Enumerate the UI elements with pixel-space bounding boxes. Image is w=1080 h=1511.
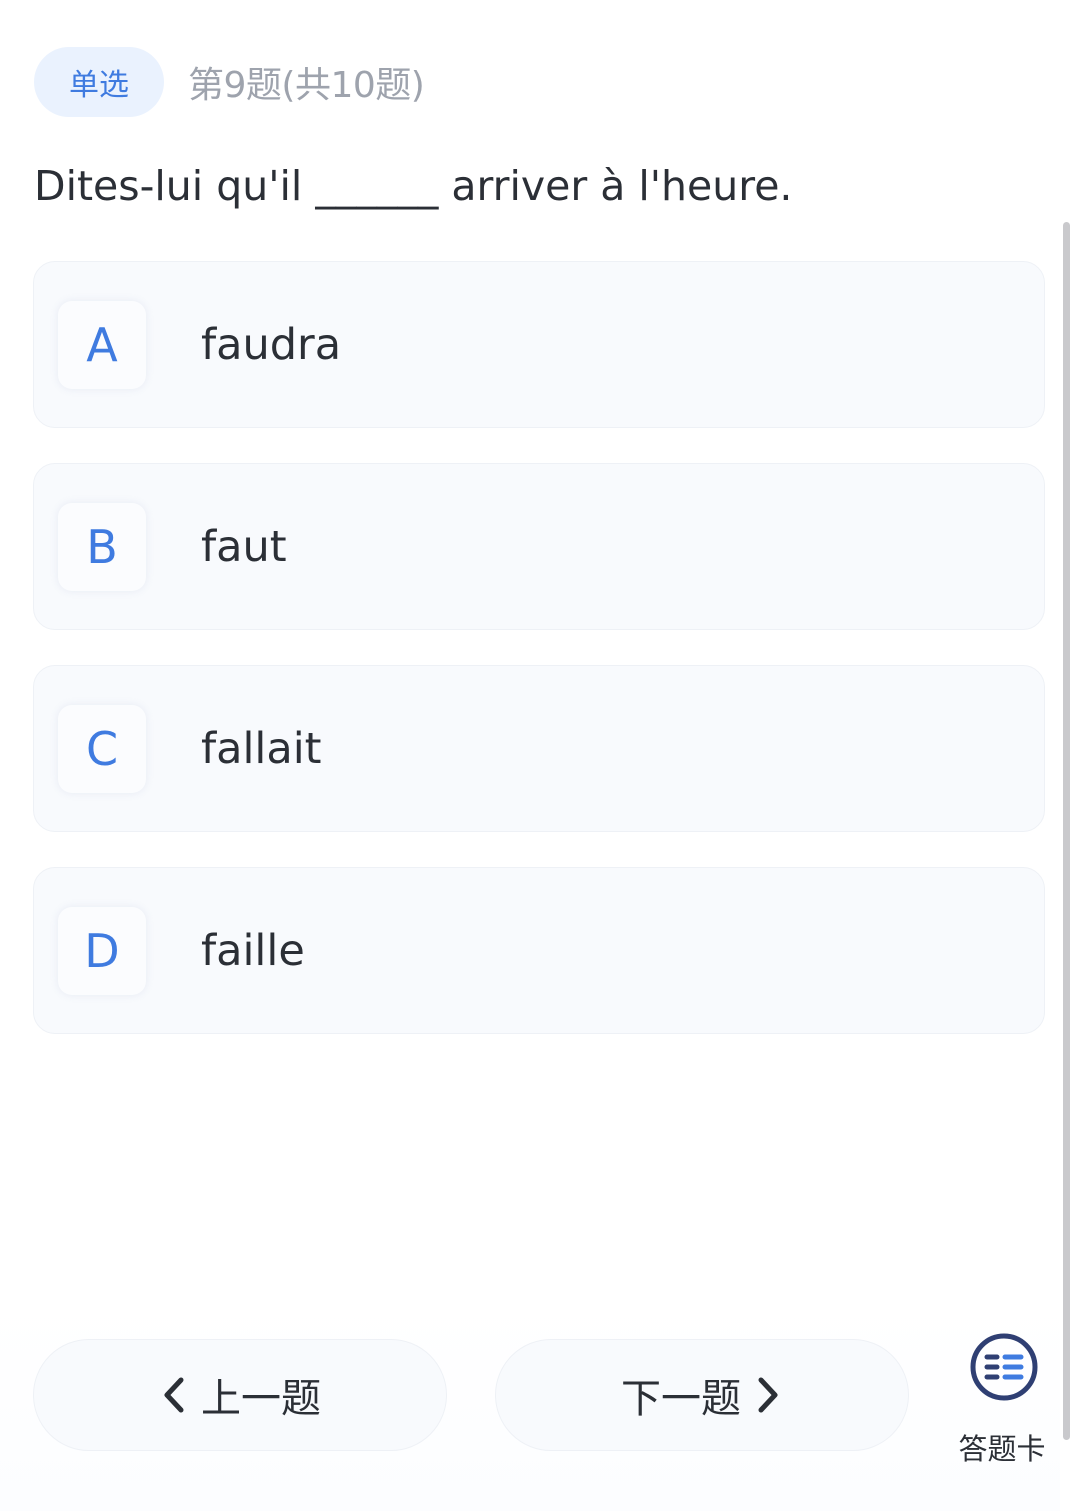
previous-question-button[interactable]: 上一题 (33, 1339, 447, 1451)
option-text: faille (201, 925, 305, 976)
previous-question-label: 上一题 (201, 1376, 321, 1422)
option-letter: B (86, 519, 118, 574)
option-c[interactable]: C fallait (33, 665, 1045, 832)
option-text: fallait (201, 723, 322, 774)
question-header: 单选 第9题(共10题) (34, 47, 425, 117)
option-letter-badge: D (58, 906, 146, 995)
question-progress: 第9题(共10题) (188, 65, 425, 106)
option-letter-badge: B (58, 502, 146, 591)
chevron-left-icon (164, 1377, 184, 1413)
option-d[interactable]: D faille (33, 867, 1045, 1034)
option-letter-badge: A (58, 300, 146, 389)
list-icon (970, 1333, 1038, 1401)
option-b[interactable]: B faut (33, 463, 1045, 630)
next-question-button[interactable]: 下一题 (495, 1339, 909, 1451)
option-letter: A (86, 317, 118, 372)
options-list: A faudra B faut C fallait D faille (33, 261, 1047, 1069)
question-type-badge: 单选 (34, 47, 164, 117)
answer-sheet-label: 答题卡 (958, 1432, 1046, 1466)
option-letter: D (84, 923, 120, 978)
scrollbar[interactable] (1063, 222, 1070, 1440)
option-text: faudra (201, 319, 342, 370)
chevron-right-icon (758, 1377, 778, 1413)
option-letter: C (85, 721, 119, 776)
answer-sheet-button[interactable]: 答题卡 (952, 1332, 1052, 1472)
option-text: faut (201, 521, 287, 572)
question-text: Dites-lui qu'il ______ arriver à l'heure… (34, 162, 793, 210)
next-question-label: 下一题 (621, 1376, 741, 1422)
option-letter-badge: C (58, 704, 146, 793)
option-a[interactable]: A faudra (33, 261, 1045, 428)
